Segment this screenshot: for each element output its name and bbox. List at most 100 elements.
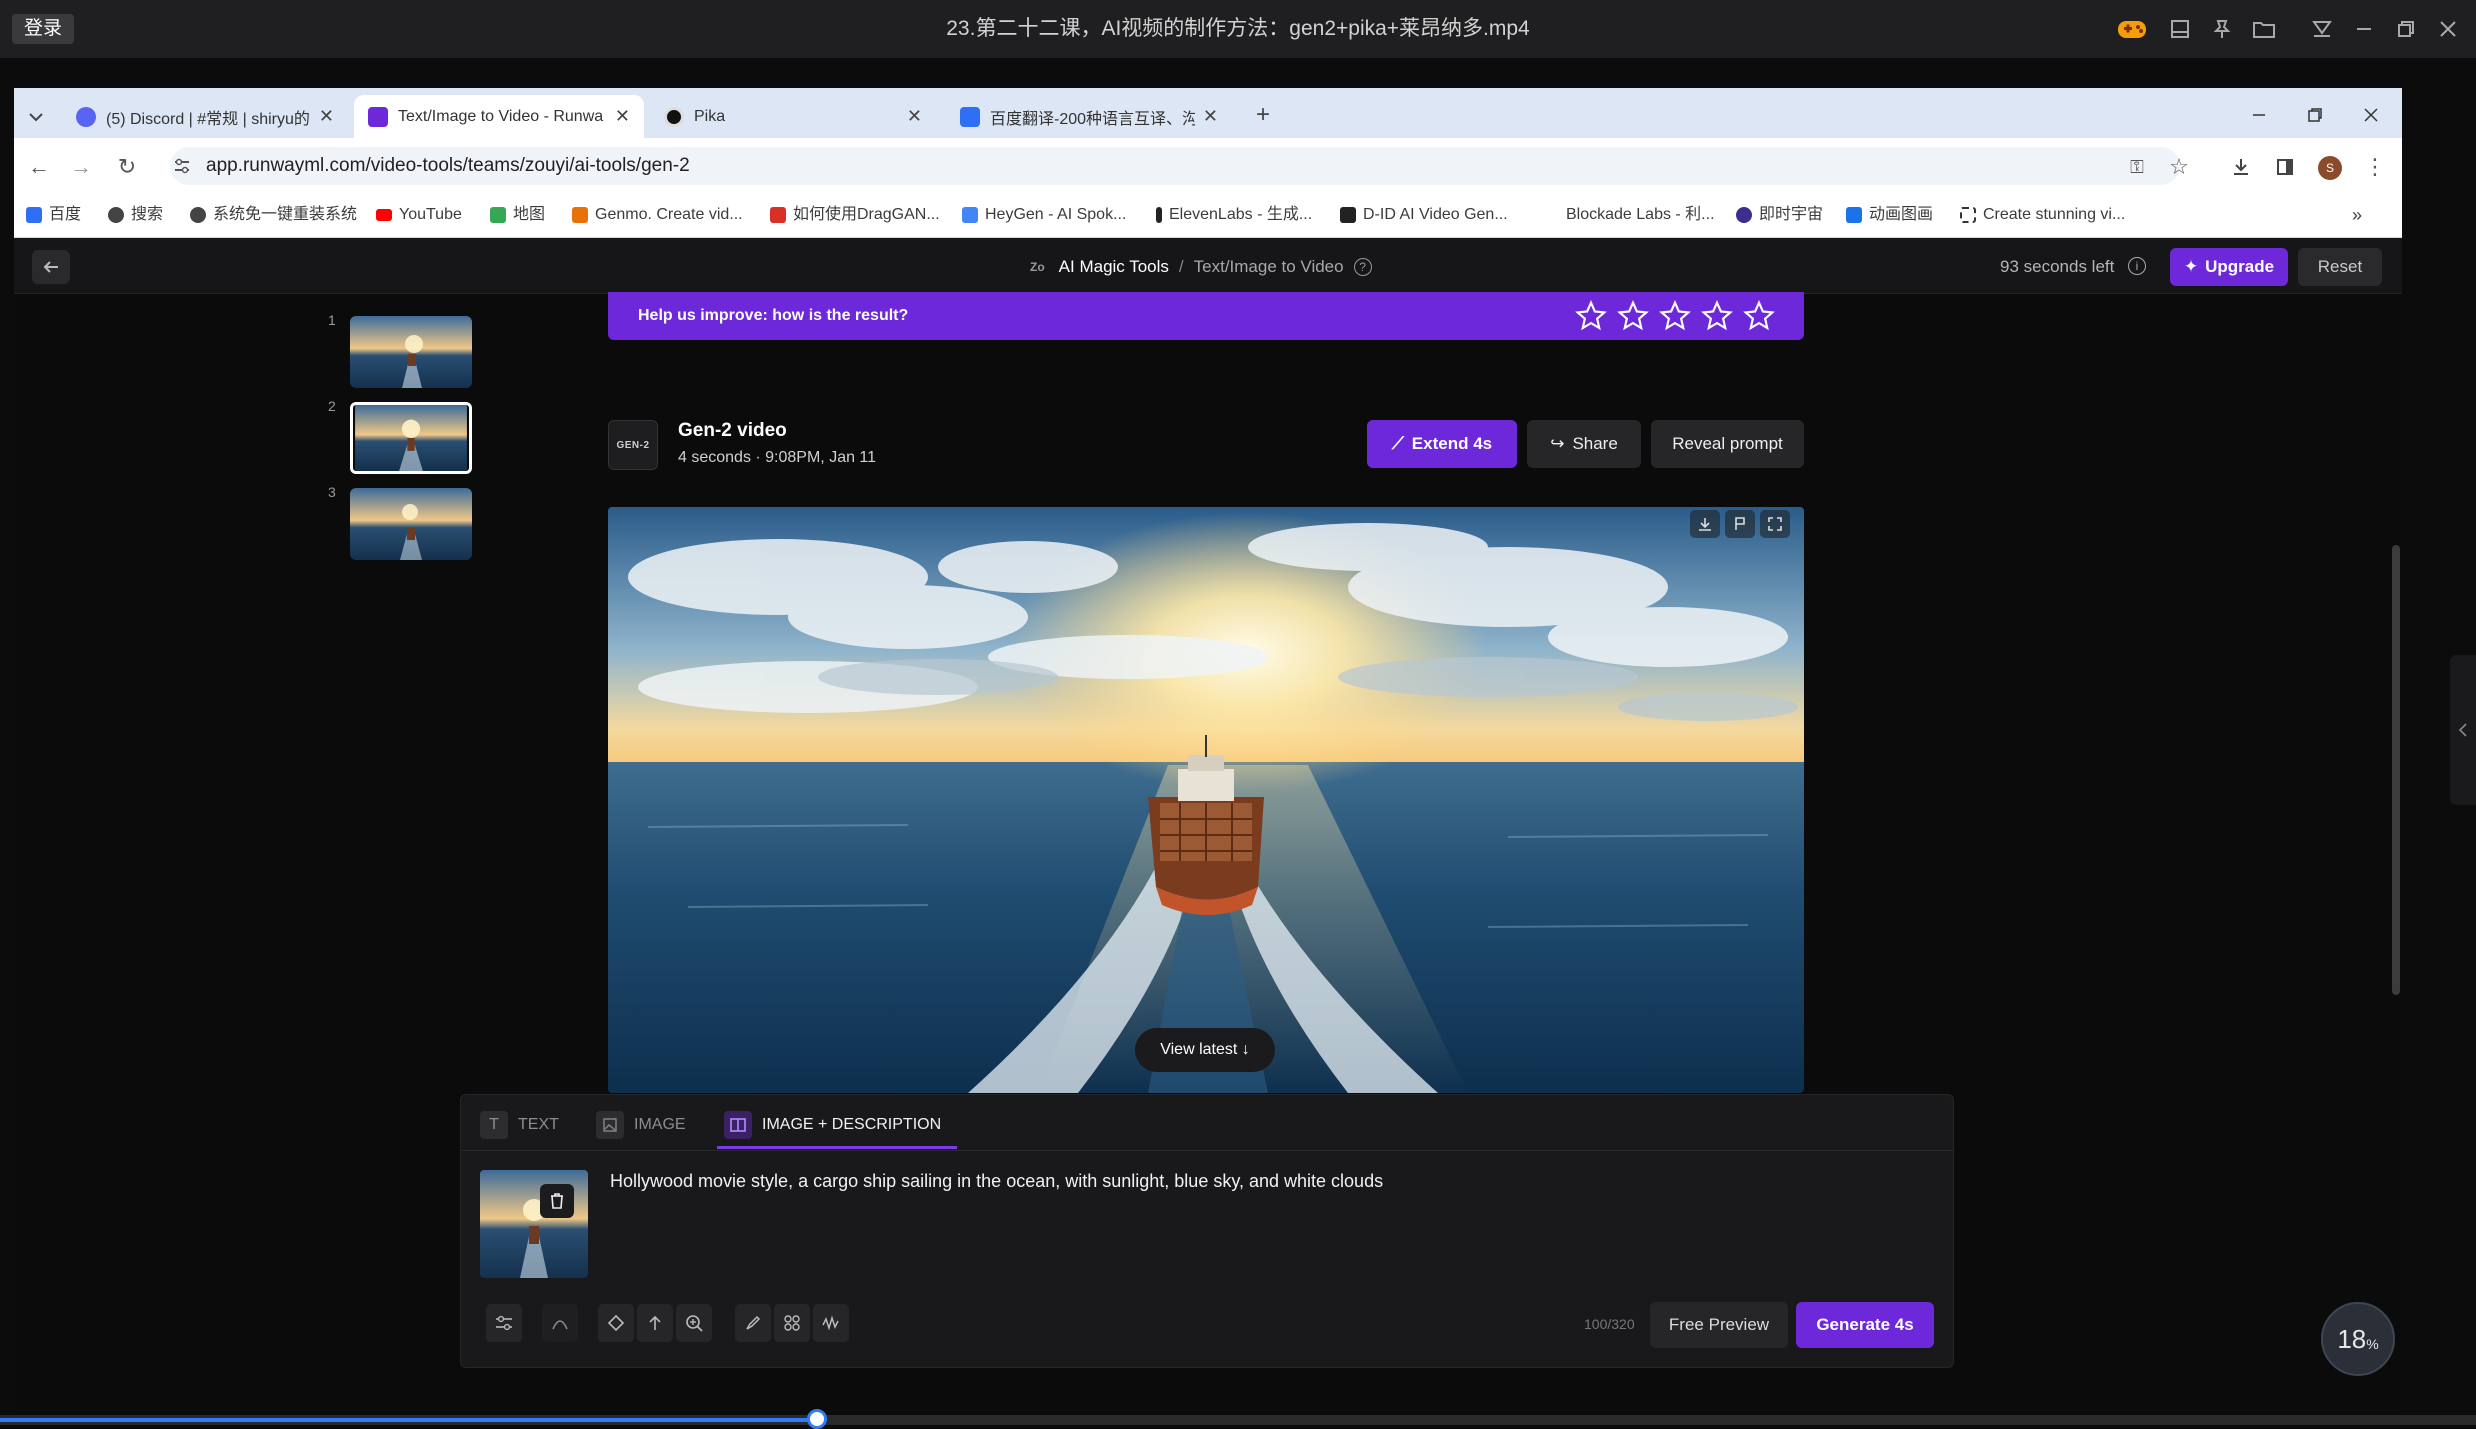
settings-sliders-icon[interactable] xyxy=(486,1304,522,1342)
reload-icon[interactable]: ↻ xyxy=(112,152,142,182)
share-button[interactable]: ↪ Share xyxy=(1527,420,1641,468)
extend-button[interactable]: ⟋ Extend 4s xyxy=(1367,420,1517,468)
close-icon[interactable] xyxy=(2432,14,2464,44)
tab-pika[interactable]: Pika ✕ xyxy=(650,95,936,138)
tab-close-icon[interactable]: ✕ xyxy=(615,106,630,127)
pin-icon[interactable] xyxy=(2206,14,2238,44)
generation-thumbnail[interactable] xyxy=(350,488,472,560)
zoom-level-badge[interactable]: 18% xyxy=(2321,1302,2395,1376)
delete-image-button[interactable] xyxy=(540,1184,574,1218)
bookmark-d-id[interactable]: D-ID AI Video Gen... xyxy=(1340,200,1508,230)
gamepad-icon[interactable] xyxy=(2116,14,2148,44)
bookmark-blockade-labs[interactable]: Blockade Labs - 利... xyxy=(1566,200,1715,230)
browser-close-icon[interactable] xyxy=(2356,100,2386,130)
generate-button[interactable]: Generate 4s xyxy=(1796,1302,1934,1348)
video-download-icon[interactable] xyxy=(1690,510,1720,538)
sparkle-icon: ✦ xyxy=(2183,257,2199,276)
reset-button[interactable]: Reset xyxy=(2298,248,2382,286)
browser-menu-icon[interactable]: ⋮ xyxy=(2360,152,2390,182)
tab-baidu-translate[interactable]: 百度翻译-200种语言互译、沟通 ✕ xyxy=(946,95,1232,138)
fullscreen-icon[interactable] xyxy=(1760,510,1790,538)
star-3-icon[interactable] xyxy=(1659,300,1691,332)
tab-discord[interactable]: (5) Discord | #常规 | shiryu的 ✕ xyxy=(62,95,348,138)
tab-text[interactable]: T TEXT xyxy=(480,1110,559,1140)
browser-minimize-icon[interactable] xyxy=(2244,100,2274,130)
bookmark-animation[interactable]: 动画图画 xyxy=(1846,200,1933,230)
bookmark-baidu[interactable]: 百度 xyxy=(26,200,81,230)
profile-avatar[interactable]: S xyxy=(2318,156,2342,180)
download-icon[interactable] xyxy=(2226,152,2256,182)
camera-pan-icon[interactable] xyxy=(598,1304,634,1342)
playback-scrubber[interactable] xyxy=(807,1409,827,1429)
view-latest-button[interactable]: View latest ↓ xyxy=(1135,1028,1275,1072)
info-icon[interactable]: i xyxy=(2128,257,2146,275)
prompt-textarea[interactable]: Hollywood movie style, a cargo ship sail… xyxy=(610,1171,1930,1192)
bookmark-instant-universe[interactable]: 即时宇宙 xyxy=(1736,200,1823,230)
scrollbar-thumb[interactable] xyxy=(2392,545,2400,995)
folder-icon[interactable] xyxy=(2248,14,2280,44)
time-left-text: 93 seconds left xyxy=(2000,257,2115,276)
filter-icon[interactable] xyxy=(2306,14,2338,44)
upgrade-button[interactable]: ✦ Upgrade xyxy=(2170,248,2288,286)
restore-icon[interactable] xyxy=(2390,14,2422,44)
site-settings-icon[interactable] xyxy=(172,156,192,176)
tab-close-icon[interactable]: ✕ xyxy=(907,106,922,127)
new-tab-button[interactable]: + xyxy=(1248,100,1278,130)
bookmark-genmo[interactable]: Genmo. Create vid... xyxy=(572,200,743,230)
playback-progress-fill xyxy=(0,1418,817,1422)
tab-runway[interactable]: Text/Image to Video - Runwa ✕ xyxy=(354,95,644,138)
grid-icon[interactable] xyxy=(774,1304,810,1342)
active-tab-indicator xyxy=(717,1146,957,1149)
bookmark-star-icon[interactable]: ☆ xyxy=(2164,152,2194,182)
waveform-icon[interactable] xyxy=(813,1304,849,1342)
divider xyxy=(461,1150,1953,1151)
side-panel-handle[interactable] xyxy=(2450,655,2476,805)
tab-image-description[interactable]: IMAGE + DESCRIPTION xyxy=(724,1110,941,1140)
globe-icon xyxy=(108,207,124,223)
star-5-icon[interactable] xyxy=(1743,300,1775,332)
bookmark-reinstall[interactable]: 系统免一键重装系统 xyxy=(190,200,357,230)
more-bookmarks-chevron-icon[interactable]: » xyxy=(2352,200,2362,230)
generated-video[interactable] xyxy=(608,507,1804,1093)
login-button[interactable]: 登录 xyxy=(12,14,74,44)
bookmark-maps[interactable]: 地图 xyxy=(490,200,545,230)
zoom-icon[interactable] xyxy=(676,1304,712,1342)
side-panel-icon[interactable] xyxy=(2270,152,2300,182)
back-button[interactable] xyxy=(32,250,70,284)
motion-icon[interactable] xyxy=(542,1304,578,1342)
window-layout-icon[interactable] xyxy=(2164,14,2196,44)
bookmark-draggan[interactable]: 如何使用DragGAN... xyxy=(770,200,940,230)
baidu-icon xyxy=(26,207,42,223)
bookmark-create-stunning[interactable]: Create stunning vi... xyxy=(1960,200,2125,230)
help-icon[interactable]: ? xyxy=(1353,258,1372,276)
pika-favicon-icon xyxy=(664,106,684,127)
generation-thumbnail-selected[interactable] xyxy=(350,402,472,474)
create-icon xyxy=(1960,207,1976,223)
tab-close-icon[interactable]: ✕ xyxy=(1203,106,1218,127)
bookmark-elevenlabs[interactable]: ElevenLabs - 生成... xyxy=(1156,200,1312,230)
url-text[interactable]: app.runwayml.com/video-tools/teams/zouyi… xyxy=(206,147,690,185)
browser-restore-icon[interactable] xyxy=(2300,100,2330,130)
back-arrow-icon[interactable]: ← xyxy=(24,152,54,182)
password-key-icon[interactable]: ⚿ xyxy=(2122,152,2152,182)
free-preview-button[interactable]: Free Preview xyxy=(1650,1302,1788,1348)
reveal-prompt-button[interactable]: Reveal prompt xyxy=(1651,420,1804,468)
forward-arrow-icon[interactable]: → xyxy=(66,152,96,182)
generation-title: Gen-2 video xyxy=(678,420,787,441)
video-flag-icon[interactable] xyxy=(1725,510,1755,538)
star-4-icon[interactable] xyxy=(1701,300,1733,332)
bookmark-heygen[interactable]: HeyGen - AI Spok... xyxy=(962,200,1126,230)
generation-thumbnail[interactable] xyxy=(350,316,472,388)
ai-magic-tools-icon: Zo xyxy=(1030,260,1045,274)
star-2-icon[interactable] xyxy=(1617,300,1649,332)
minimize-icon[interactable] xyxy=(2348,14,2380,44)
tab-image[interactable]: IMAGE xyxy=(596,1110,686,1140)
breadcrumb-root[interactable]: AI Magic Tools xyxy=(1059,257,1169,277)
camera-tilt-icon[interactable] xyxy=(637,1304,673,1342)
tab-search-chevron-icon[interactable] xyxy=(22,104,50,130)
tab-close-icon[interactable]: ✕ xyxy=(319,106,334,127)
motion-brush-icon[interactable] xyxy=(735,1304,771,1342)
bookmark-youtube[interactable]: YouTube xyxy=(376,200,462,230)
bookmark-search[interactable]: 搜索 xyxy=(108,200,163,230)
star-1-icon[interactable] xyxy=(1575,300,1607,332)
